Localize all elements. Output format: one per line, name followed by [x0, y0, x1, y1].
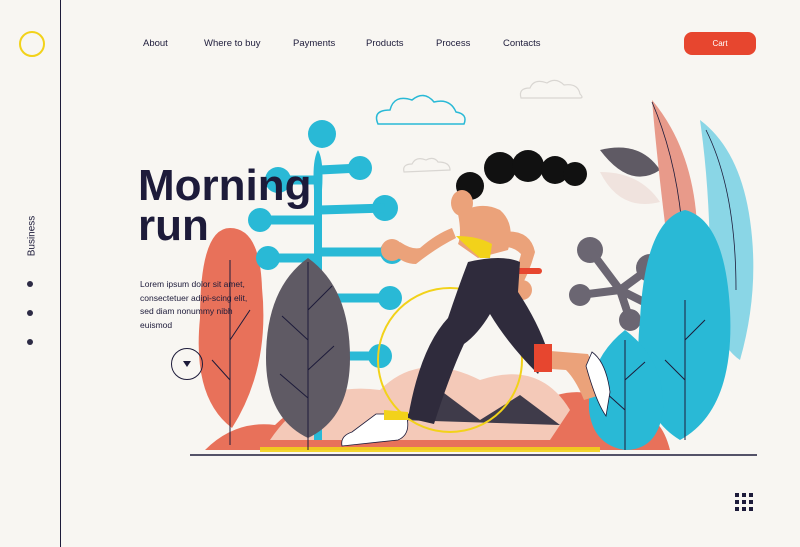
- morning-run-illustration: [190, 79, 757, 456]
- hero-title-line-2: run: [138, 201, 209, 250]
- nav-link-payments[interactable]: Payments: [293, 38, 335, 49]
- nav-link-contacts[interactable]: Contacts: [503, 38, 541, 49]
- chevron-down-icon: [183, 361, 191, 367]
- nav-link-process[interactable]: Process: [436, 38, 470, 49]
- cart-button-label: Cart: [712, 39, 728, 48]
- nav-link-where-to-buy[interactable]: Where to buy: [204, 38, 261, 49]
- hero-body-text: Lorem ipsum dolor sit amet, consectetuer…: [140, 279, 248, 330]
- cart-button[interactable]: Cart: [684, 32, 756, 55]
- scroll-down-button[interactable]: [171, 348, 203, 380]
- nav-link-about[interactable]: About: [143, 38, 168, 49]
- nav-link-products[interactable]: Products: [366, 38, 404, 49]
- hero-title: Morning run: [138, 161, 358, 250]
- grid-menu-icon[interactable]: [735, 493, 753, 511]
- hero-title-line-1: Morning: [138, 161, 312, 210]
- cloud-icon: [375, 94, 466, 125]
